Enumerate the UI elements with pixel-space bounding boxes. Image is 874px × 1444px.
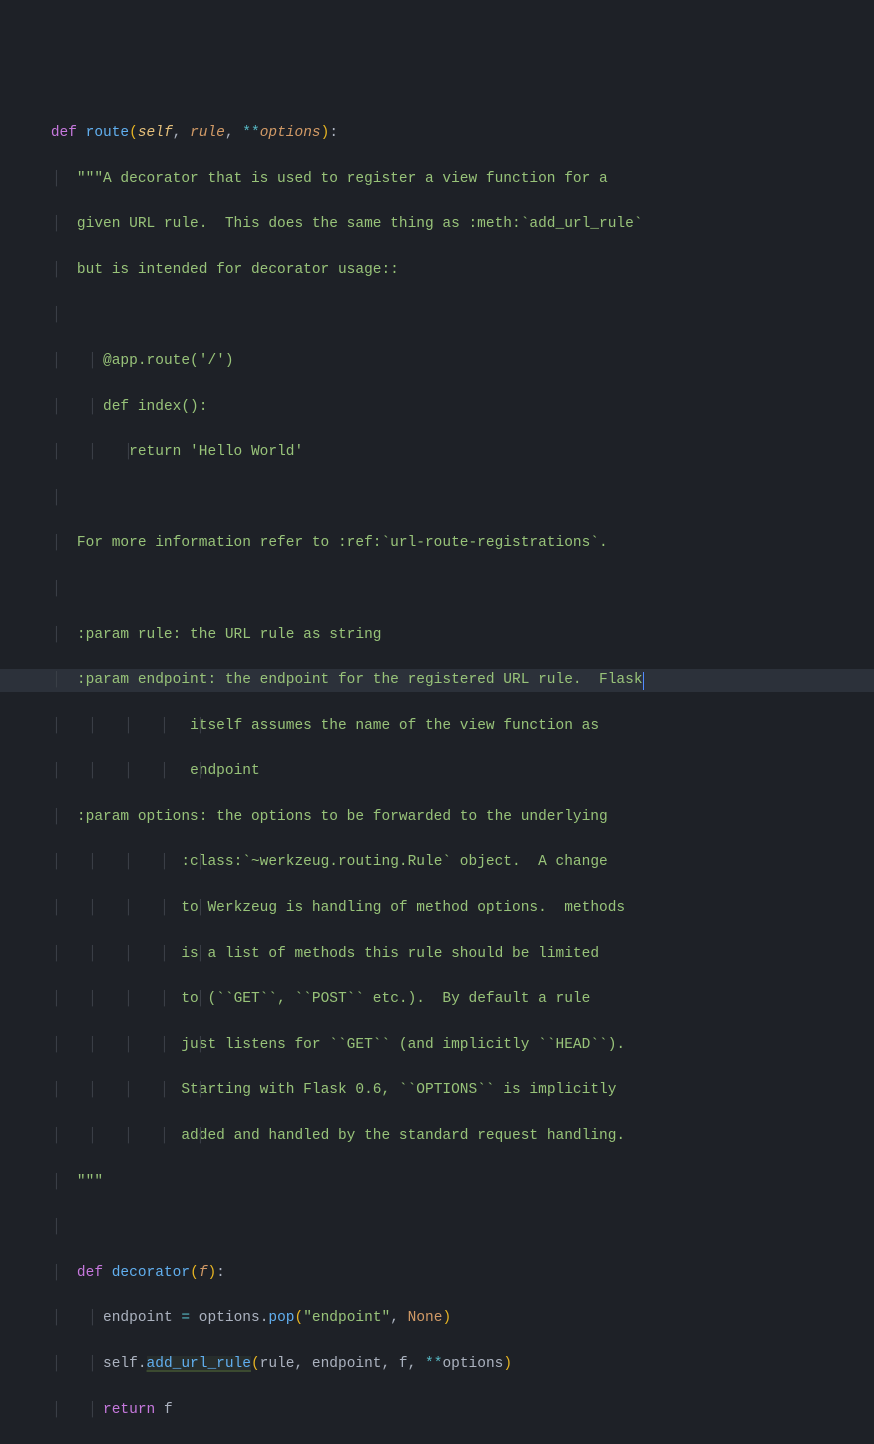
docstring-close: """: [77, 1174, 103, 1190]
code-line[interactable]: │ │ self.add_url_rule(rule, endpoint, f,…: [0, 1353, 874, 1376]
code-line[interactable]: │ │ def index():: [0, 396, 874, 419]
docstring-text: to Werkzeug is handling of method option…: [181, 900, 625, 916]
docstring-text: itself assumes the name of the view func…: [190, 718, 599, 734]
code-line[interactable]: │ :param rule: the URL rule as string: [0, 624, 874, 647]
code-line[interactable]: │ │ │ │ │ Starting with Flask 0.6, ``OPT…: [0, 1079, 874, 1102]
arg-endpoint: endpoint: [312, 1356, 382, 1372]
method-add-url-rule: add_url_rule: [147, 1356, 251, 1372]
docstring-text: Starting with Flask 0.6, ``OPTIONS`` is …: [181, 1082, 616, 1098]
docstring-text: return 'Hello World': [129, 444, 303, 460]
code-line[interactable]: │ │ │ │ │ just listens for ``GET`` (and …: [0, 1034, 874, 1057]
code-line[interactable]: │ │ │ │ │ is a list of methods this rule…: [0, 943, 874, 966]
code-line[interactable]: │ │ @app.route('/'): [0, 350, 874, 373]
code-line[interactable]: │ """A decorator that is used to registe…: [0, 168, 874, 191]
function-name: decorator: [112, 1265, 190, 1281]
code-line[interactable]: │ """: [0, 1171, 874, 1194]
docstring-text: is a list of methods this rule should be…: [181, 946, 599, 962]
code-line[interactable]: │ │ │ │ │ added and handled by the stand…: [0, 1125, 874, 1148]
param-options: options: [260, 125, 321, 141]
code-line[interactable]: │ For more information refer to :ref:`ur…: [0, 532, 874, 555]
code-line[interactable]: │ │ endpoint = options.pop("endpoint", N…: [0, 1307, 874, 1330]
code-line[interactable]: │ │ │ │ │ endpoint: [0, 760, 874, 783]
op-assign: =: [181, 1310, 190, 1326]
param-self: self: [138, 125, 173, 141]
var-options: options: [199, 1310, 260, 1326]
code-line[interactable]: │: [0, 1216, 874, 1239]
code-line[interactable]: │: [0, 304, 874, 327]
arg-options: options: [442, 1356, 503, 1372]
code-line[interactable]: │ │ │ │ │ to Werkzeug is handling of met…: [0, 897, 874, 920]
docstring-text: :param options: the options to be forwar…: [77, 809, 608, 825]
arg-f: f: [399, 1356, 408, 1372]
var-self: self: [103, 1356, 138, 1372]
code-line[interactable]: │: [0, 487, 874, 510]
docstring-text: given URL rule. This does the same thing…: [77, 216, 643, 232]
code-line[interactable]: │ │ │ │ │ :class:`~werkzeug.routing.Rule…: [0, 851, 874, 874]
docstring-text: added and handled by the standard reques…: [181, 1128, 625, 1144]
keyword-def: def: [77, 1265, 103, 1281]
keyword-def: def: [51, 125, 77, 141]
string-literal: "endpoint": [303, 1310, 390, 1326]
code-line[interactable]: │ │ return f: [0, 1399, 874, 1422]
code-line[interactable]: │ │ │ │ │ itself assumes the name of the…: [0, 715, 874, 738]
code-line[interactable]: │ given URL rule. This does the same thi…: [0, 213, 874, 236]
paren-open: (: [129, 125, 138, 141]
code-line[interactable]: │ :param options: the options to be forw…: [0, 806, 874, 829]
var-endpoint: endpoint: [103, 1310, 173, 1326]
code-line-active[interactable]: │ :param endpoint: the endpoint for the …: [0, 669, 874, 692]
code-line[interactable]: │: [0, 578, 874, 601]
docstring-text: :param rule: the URL rule as string: [77, 627, 382, 643]
method-pop: pop: [268, 1310, 294, 1326]
text-cursor: [643, 672, 644, 690]
docstring-text: """A decorator that is used to register …: [77, 171, 608, 187]
paren-close: ): [321, 125, 330, 141]
docstring-text: def index():: [103, 399, 207, 415]
docstring-text: :class:`~werkzeug.routing.Rule` object. …: [181, 854, 607, 870]
docstring-text: just listens for ``GET`` (and implicitly…: [181, 1037, 625, 1053]
function-name: route: [86, 125, 130, 141]
code-line[interactable]: def route(self, rule, **options):: [0, 122, 874, 145]
docstring-text: For more information refer to :ref:`url-…: [77, 535, 608, 551]
var-f: f: [164, 1402, 173, 1418]
code-line[interactable]: │ but is intended for decorator usage::: [0, 259, 874, 282]
docstring-text: @app.route('/'): [103, 353, 234, 369]
code-line[interactable]: │ │ │ return 'Hello World': [0, 441, 874, 464]
docstring-text: to (``GET``, ``POST`` etc.). By default …: [181, 991, 590, 1007]
builtin-none: None: [408, 1310, 443, 1326]
code-editor[interactable]: def route(self, rule, **options): │ """A…: [0, 99, 874, 1444]
param-f: f: [199, 1265, 208, 1281]
code-line[interactable]: │ │ │ │ │ to (``GET``, ``POST`` etc.). B…: [0, 988, 874, 1011]
docstring-text: :param endpoint: the endpoint for the re…: [77, 672, 643, 688]
param-rule: rule: [190, 125, 225, 141]
code-line[interactable]: │ def decorator(f):: [0, 1262, 874, 1285]
docstring-text: but is intended for decorator usage::: [77, 262, 399, 278]
keyword-return: return: [103, 1402, 155, 1418]
arg-rule: rule: [260, 1356, 295, 1372]
